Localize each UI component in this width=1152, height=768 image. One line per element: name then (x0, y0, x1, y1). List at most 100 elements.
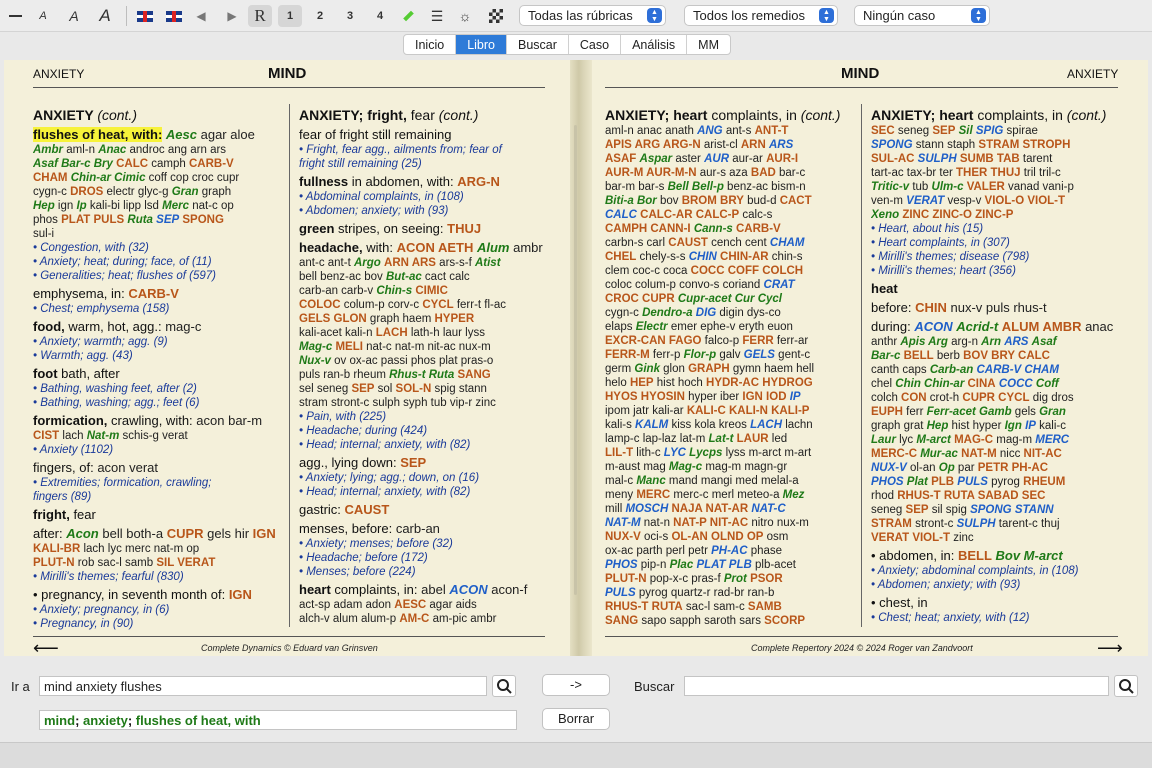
remedy-abbreviation[interactable]: CHEL (605, 251, 636, 263)
rubric-line[interactable]: fright, fear (33, 506, 283, 523)
language-flag-1-button[interactable] (136, 5, 154, 27)
rubric-line[interactable]: act-sp adam adon AESC agar aids (299, 598, 549, 612)
rubric-line[interactable]: MERC-C Mur-ac NAT-M nicc NIT-AC (871, 447, 1121, 461)
remedy-abbreviation[interactable]: IGN (253, 526, 276, 541)
remedy-abbreviation[interactable]: PHOS (871, 476, 904, 488)
remedy-abbreviation[interactable]: CYCL (422, 299, 453, 311)
rubric-line[interactable]: Ambr aml-n Anac androc ang arn ars (33, 143, 283, 157)
remedy-abbreviation[interactable]: Laur (871, 434, 896, 446)
rubric-line[interactable]: EXCR-CAN FAGO falco-p FERR ferr-ar (605, 334, 855, 348)
column-heading[interactable]: ANXIETY (cont.) (33, 106, 283, 124)
rubric-line[interactable]: formication, crawling, with: acon bar-m (33, 412, 283, 429)
remedy-abbreviation[interactable]: CON (901, 392, 927, 404)
remedy-abbreviation[interactable]: STRAM STROPH (978, 139, 1070, 151)
remedy-abbreviation[interactable]: ACON AETH (397, 240, 474, 255)
rubric-line[interactable]: carbn-s carl CAUST cench cent CHAM (605, 236, 855, 250)
font-large-button[interactable]: A (96, 5, 114, 27)
remedy-abbreviation[interactable]: MERC (1035, 434, 1069, 446)
remedy-abbreviation[interactable]: HYOS HYOSIN (605, 391, 685, 403)
rubric-line[interactable]: flushes of heat, with: Aesc agar aloe (33, 126, 283, 143)
remedy-abbreviation[interactable]: Mag-c (299, 341, 332, 353)
remedy-abbreviation[interactable]: Bov M-arct (996, 548, 1063, 563)
remedy-abbreviation[interactable]: STRAM (871, 518, 912, 530)
remedy-abbreviation[interactable]: GELS (744, 349, 775, 361)
tab-mm[interactable]: MM (687, 35, 730, 54)
remedy-abbreviation[interactable]: PETR PH-AC (978, 462, 1048, 474)
rubric-line[interactable]: m-aust mag Mag-c mag-m magn-gr (605, 460, 855, 474)
remedy-abbreviation[interactable]: VIOL-O VIOL-T (985, 195, 1066, 207)
remedy-abbreviation[interactable]: Anac (98, 144, 126, 156)
remedy-abbreviation[interactable]: Carb-an (930, 364, 973, 376)
remedy-abbreviation[interactable]: PULS (957, 476, 988, 488)
rubric-line[interactable]: lamp-c lap-laz lat-m Lat-t LAUR led (605, 432, 855, 446)
rubric-line[interactable]: mill MOSCH NAJA NAT-AR NAT-C (605, 502, 855, 516)
remedy-abbreviation[interactable]: RHUS-T RUTA (605, 601, 683, 613)
remedy-abbreviation[interactable]: Mag-c (669, 461, 702, 473)
rubric-line[interactable]: Hep ign Ip kali-bi lipp lsd Merc nat-c o… (33, 199, 283, 213)
rubric-line[interactable]: CIST lach Nat-m schis-g verat (33, 429, 283, 443)
rubric-line[interactable]: LIL-T lith-c LYC Lycps lyss m-arct m-art (605, 446, 855, 460)
rubric-line[interactable]: cygn-c Dendro-a DIG digin dys-co (605, 306, 855, 320)
search-input[interactable] (684, 676, 1109, 696)
remedy-abbreviation[interactable]: Apis Arg (900, 336, 948, 348)
remedy-abbreviation[interactable]: SANG (458, 369, 491, 381)
remedy-abbreviation[interactable]: NAT-P NIT-AC (673, 517, 748, 529)
rubric-line[interactable]: CHAM Chin-ar Cimic coff cop croc cupr (33, 171, 283, 185)
remedy-abbreviation[interactable]: COCC COFF COLCH (691, 265, 803, 277)
rubric-line[interactable]: seneg SEP sil spig SPONG STANN (871, 503, 1121, 517)
prev-page-arrow-icon[interactable]: ⟵ (33, 638, 59, 659)
remedy-abbreviation[interactable]: LYC (664, 447, 686, 459)
rubric-line[interactable]: NAT-M nat-n NAT-P NIT-AC nitro nux-m (605, 516, 855, 530)
rubric-line[interactable]: CALC CALC-AR CALC-P calc-s (605, 208, 855, 222)
remedy-abbreviation[interactable]: CINA (968, 378, 996, 390)
rubric-line[interactable]: mal-c Manc mand mangi med melal-a (605, 474, 855, 488)
cross-reference-link[interactable]: • Bathing, washing feet, after (2) (33, 382, 283, 396)
cross-reference-link[interactable]: • Anxiety (1102) (33, 443, 283, 457)
clear-button[interactable]: Borrar (542, 708, 610, 730)
cross-reference-link[interactable]: • Anxiety; lying; agg.; down, on (16) (299, 471, 549, 485)
remedy-abbreviation[interactable]: BELL (904, 350, 934, 362)
remedy-abbreviation[interactable]: CAMPH CANN-I (605, 223, 691, 235)
rubric-line[interactable]: Xeno ZINC ZINC-O ZINC-P (871, 208, 1121, 222)
cross-reference-link[interactable]: • Extremities; formication, crawling; (33, 476, 283, 490)
rubric-line[interactable]: canth caps Carb-an CARB-V CHAM (871, 363, 1121, 377)
cross-reference-link[interactable]: • Pregnancy, in (90) (33, 617, 283, 631)
view-4-button[interactable]: 4 (368, 5, 392, 27)
rubric-line[interactable]: gastric: CAUST (299, 501, 549, 518)
remedy-abbreviation[interactable]: Op (939, 462, 955, 474)
remedy-abbreviation[interactable]: SULPH (957, 518, 996, 530)
rubric-line[interactable]: STRAM stront-c SULPH tarent-c thuj (871, 517, 1121, 531)
remedy-abbreviation[interactable]: SEC (871, 125, 895, 137)
remedy-abbreviation[interactable]: CUPR CYCL (962, 392, 1029, 404)
font-small-button[interactable]: A (36, 5, 50, 27)
remedy-abbreviation[interactable]: DIG (696, 307, 716, 319)
remedy-abbreviation[interactable]: Hep (33, 200, 55, 212)
remedy-abbreviation[interactable]: Mur-ac (920, 448, 958, 460)
remedy-abbreviation[interactable]: RHUS-T RUTA SABAD SEC (897, 490, 1045, 502)
rubric-line[interactable]: COLOC colum-p corv-c CYCL ferr-t fl-ac (299, 298, 549, 312)
remedy-abbreviation[interactable]: SEP (400, 455, 426, 470)
rubric-line[interactable]: alch-v alum alum-p AM-C am-pic ambr (299, 612, 549, 626)
remedy-abbreviation[interactable]: HEP (630, 377, 654, 389)
remedy-abbreviation[interactable]: ACON (449, 582, 487, 597)
rubric-line[interactable]: AUR-M AUR-M-N aur-s aza BAD bar-c (605, 166, 855, 180)
view-1-button[interactable]: 1 (278, 5, 302, 27)
remedy-abbreviation[interactable]: IP (790, 391, 801, 403)
remedy-abbreviation[interactable]: HYPER (435, 313, 475, 325)
remedy-abbreviation[interactable]: IGN (229, 587, 252, 602)
remedy-abbreviation[interactable]: CARB-V CHAM (976, 364, 1058, 376)
remedy-abbreviation[interactable]: LACH (376, 327, 408, 339)
rubric-line[interactable]: helo HEP hist hoch HYDR-AC HYDROG (605, 376, 855, 390)
remedy-abbreviation[interactable]: VERAT (906, 195, 944, 207)
remedy-abbreviation[interactable]: Flor-p (684, 349, 717, 361)
remedy-abbreviation[interactable]: Nat-m (87, 430, 120, 442)
cross-reference-link[interactable]: • Head; internal; anxiety, with (82) (299, 485, 549, 499)
cross-reference-link[interactable]: • Anxiety; heat; during; face, of (11) (33, 255, 283, 269)
rubric-line[interactable]: PHOS Plat PLB PULS pyrog RHEUM (871, 475, 1121, 489)
remedy-abbreviation[interactable]: CAUST (345, 502, 390, 517)
cross-reference-link[interactable]: • Abdominal complaints, in (108) (299, 190, 549, 204)
cross-reference-link[interactable]: • Anxiety; abdominal complaints, in (108… (871, 564, 1121, 578)
path-subrubric[interactable]: flushes of heat, with (136, 713, 261, 728)
rubric-line[interactable]: SUL-AC SULPH SUMB TAB tarent (871, 152, 1121, 166)
rubric-line[interactable]: food, warm, hot, agg.: mag-c (33, 318, 283, 335)
